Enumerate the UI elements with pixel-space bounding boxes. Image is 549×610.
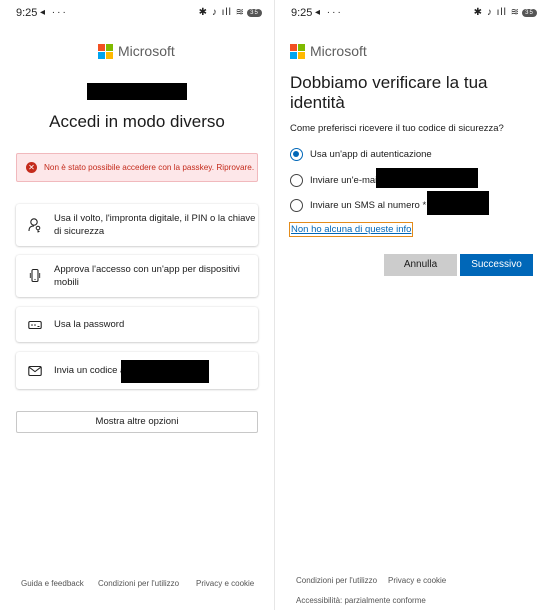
face-key-icon <box>28 217 42 233</box>
notification-icons: ◂ ··· <box>40 7 68 18</box>
option-label: Invia un codice a <box>54 365 126 376</box>
system-icons: ✱ ♪ ıll ≋ 35 <box>474 7 537 18</box>
no-info-link[interactable]: Non ho alcuna di queste info <box>289 222 414 237</box>
status-bar: 9:25 ◂ ··· ✱ ♪ ıll ≋ 35 <box>275 6 549 22</box>
redacted-account <box>87 83 187 100</box>
radio-authenticator-app[interactable]: Usa un'app di autenticazione <box>290 148 432 161</box>
page-title: Dobbiamo verificare la tua identità <box>290 73 488 112</box>
error-icon: ✕ <box>26 162 37 173</box>
system-icons: ✱ ♪ ıll ≋ 35 <box>199 7 262 18</box>
show-more-options-button[interactable]: Mostra altre opzioni <box>16 411 258 433</box>
password-icon <box>28 317 42 333</box>
status-time: 9:25 <box>16 7 38 19</box>
footer-privacy-link[interactable]: Privacy e cookie <box>196 579 254 588</box>
option-label: Usa la password <box>54 319 125 330</box>
verify-identity-screen: 9:25 ◂ ··· ✱ ♪ ıll ≋ 35 Microsoft Dobbiam… <box>275 0 549 610</box>
next-button[interactable]: Successivo <box>460 254 533 276</box>
footer-terms-link[interactable]: Condizioni per l'utilizzo <box>98 579 179 588</box>
footer-help-link[interactable]: Guida e feedback <box>21 579 84 588</box>
logo-text: Microsoft <box>118 43 175 59</box>
option-label: Approva l'accesso con un'app per disposi… <box>54 264 240 288</box>
verification-question: Come preferisci ricevere il tuo codice d… <box>290 123 504 134</box>
radio-sms[interactable]: Inviare un SMS al numero * <box>290 199 426 212</box>
microsoft-squares-icon <box>98 43 113 59</box>
microsoft-squares-icon <box>290 43 305 59</box>
radio-button-checked[interactable] <box>290 148 303 161</box>
mail-icon <box>28 363 42 379</box>
signal-icons: ✱ ♪ ıll ≋ <box>198 7 245 18</box>
microsoft-logo: Microsoft <box>98 43 175 59</box>
sign-in-options-screen: 9:25 ◂ ··· ✱ ♪ ıll ≋ 35 Microsoft Accedi … <box>0 0 274 610</box>
option-face-fingerprint-pin[interactable]: Usa il volto, l'impronta digitale, il PI… <box>16 204 258 246</box>
radio-button[interactable] <box>290 174 303 187</box>
radio-label: Inviare un SMS al numero * <box>310 200 427 211</box>
redacted-email <box>376 168 478 188</box>
signal-icons: ✱ ♪ ıll ≋ <box>473 7 520 18</box>
radio-button[interactable] <box>290 199 303 212</box>
notification-icons: ◂ ··· <box>315 7 343 18</box>
option-label: Usa il volto, l'impronta digitale, il PI… <box>54 213 256 237</box>
error-message: Non è stato possibile accedere con la pa… <box>44 163 255 172</box>
page-title: Accedi in modo diverso <box>49 112 225 131</box>
accessibility-link[interactable]: Accessibilità: parzialmente conforme <box>296 596 426 605</box>
phone-icon <box>28 268 42 284</box>
footer-privacy-link[interactable]: Privacy e cookie <box>388 576 446 585</box>
status-time: 9:25 <box>291 7 313 19</box>
logo-text: Microsoft <box>310 43 367 59</box>
status-bar: 9:25 ◂ ··· ✱ ♪ ıll ≋ 35 <box>0 6 274 22</box>
option-password[interactable]: Usa la password <box>16 307 258 342</box>
redacted-phone <box>427 191 489 215</box>
redacted-email <box>121 360 209 383</box>
battery-icon: 35 <box>247 9 262 17</box>
microsoft-logo: Microsoft <box>290 43 367 59</box>
cancel-button[interactable]: Annulla <box>384 254 457 276</box>
radio-email[interactable]: Inviare un'e-mail a <box>290 174 387 187</box>
option-mobile-app[interactable]: Approva l'accesso con un'app per disposi… <box>16 255 258 297</box>
radio-label: Usa un'app di autenticazione <box>310 149 432 160</box>
battery-icon: 35 <box>522 9 537 17</box>
error-banner: ✕ Non è stato possibile accedere con la … <box>16 153 258 182</box>
footer-terms-link[interactable]: Condizioni per l'utilizzo <box>296 576 377 585</box>
